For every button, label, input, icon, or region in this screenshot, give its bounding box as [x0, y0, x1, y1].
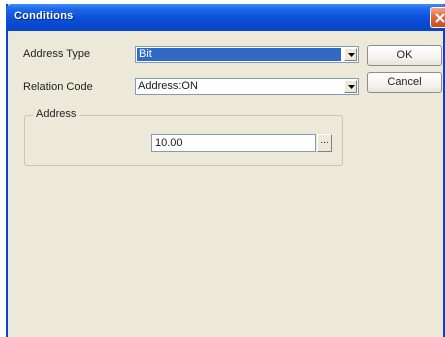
- address-type-select[interactable]: Bit: [135, 46, 359, 63]
- address-group-label: Address: [33, 108, 80, 120]
- chevron-down-icon: [348, 53, 355, 57]
- address-groupbox: Address 10.00 ...: [24, 108, 343, 166]
- title-bar[interactable]: Conditions: [6, 4, 445, 31]
- address-type-dropdown-button[interactable]: [344, 48, 357, 61]
- cancel-button[interactable]: Cancel: [367, 72, 442, 93]
- chevron-down-icon: [348, 85, 355, 89]
- window-title: Conditions: [14, 10, 74, 22]
- relation-code-label: Relation Code: [23, 81, 93, 93]
- relation-code-dropdown-button[interactable]: [344, 80, 357, 93]
- address-browse-button[interactable]: ...: [317, 134, 332, 152]
- close-button[interactable]: [430, 7, 445, 28]
- relation-code-select[interactable]: Address:ON: [135, 78, 359, 95]
- conditions-dialog: Conditions Address Type Bit Relation Cod…: [6, 4, 445, 337]
- address-input[interactable]: 10.00: [151, 134, 316, 152]
- address-type-label: Address Type: [23, 48, 91, 60]
- address-type-value: Bit: [137, 48, 341, 61]
- close-icon: [435, 13, 445, 23]
- ok-button[interactable]: OK: [367, 45, 442, 66]
- relation-code-value: Address:ON: [138, 80, 198, 92]
